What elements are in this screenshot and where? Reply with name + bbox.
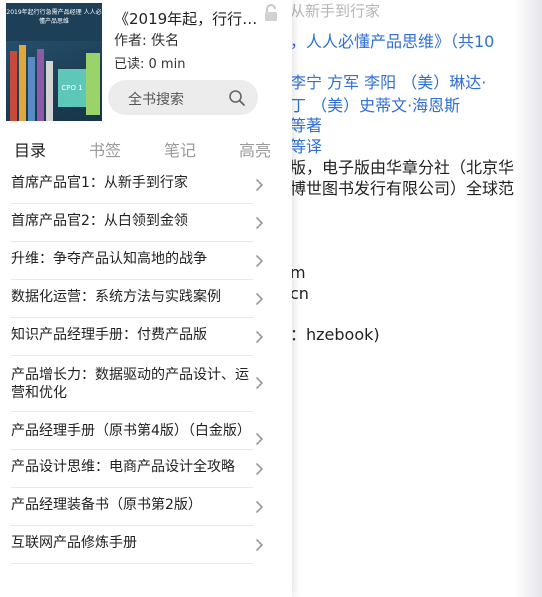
cover-text: 2019年起行行急需产品经理 人人必懂产品思维	[6, 3, 102, 41]
toc-item-label: 产品经理装备书（原书第2版）	[11, 497, 202, 513]
lock-icon[interactable]	[262, 3, 280, 23]
search-label: 全书搜索	[128, 92, 184, 108]
book-title: 《2019年起，行行急…	[114, 10, 264, 28]
book-search-button[interactable]: 全书搜索	[108, 80, 258, 115]
cover-spine	[28, 57, 35, 121]
toc-item-label: 产品设计思维：电商产品设计全攻略	[11, 459, 235, 475]
toc-item[interactable]: 知识产品经理手册：付费产品版	[0, 318, 292, 356]
toc-item[interactable]: 数据化运营：系统方法与实践案例	[0, 280, 292, 318]
cover-spine	[86, 53, 100, 115]
reader-line: 从新手到行家	[290, 2, 381, 20]
book-header: 2019年起行行急需产品经理 人人必懂产品思维 CPO 1 《2019年起，行行…	[0, 0, 292, 130]
book-cover[interactable]: 2019年起行行急需产品经理 人人必懂产品思维 CPO 1	[6, 3, 102, 121]
tab-bookmarks[interactable]: 书签	[89, 137, 121, 161]
chevron-right-icon	[255, 538, 264, 552]
cover-spine	[19, 45, 26, 121]
chevron-right-icon	[255, 178, 264, 192]
toc-item[interactable]: 产品经理装备书（原书第2版）	[0, 488, 292, 526]
chevron-right-icon	[255, 462, 264, 476]
reader-page-edge	[514, 0, 542, 597]
cover-spine	[37, 49, 44, 121]
reader-line[interactable]: 李宁 方军 李阳 （美）琳达·	[290, 72, 486, 94]
chevron-right-icon	[255, 330, 264, 344]
toc-item-label: 首席产品官1：从新手到行家	[11, 175, 188, 191]
chevron-right-icon	[255, 376, 264, 390]
toc-item[interactable]: 升维：争夺产品认知高地的战争	[0, 242, 292, 280]
toc-item-label: 产品经理手册（原书第4版）（白金版）	[11, 423, 251, 439]
toc-item-label: 首席产品官2：从白领到金领	[11, 213, 188, 229]
drawer-tabs: 目录 书签 笔记 高亮	[0, 130, 292, 166]
reader-line: 博世图书发行有限公司）全球范	[290, 179, 515, 198]
toc-item-label: 产品增长力：数据驱动的产品设计、运营和优化	[11, 367, 249, 401]
reader-line: cn	[290, 284, 309, 303]
reader-line[interactable]: ，人人必懂产品思维》（共10	[290, 31, 494, 53]
reader-line[interactable]: 等译	[290, 136, 322, 158]
toc-item[interactable]: 首席产品官2：从白领到金领	[0, 204, 292, 242]
chevron-right-icon	[255, 216, 264, 230]
book-read-time: 已读: 0 min	[114, 57, 186, 72]
chevron-right-icon	[255, 500, 264, 514]
tab-notes[interactable]: 笔记	[164, 137, 196, 161]
reader-line: m	[290, 263, 306, 282]
toc-item-label: 数据化运营：系统方法与实践案例	[11, 289, 221, 305]
toc-item[interactable]: 产品经理手册（原书第4版）（白金版）	[0, 412, 292, 450]
toc-item[interactable]: 产品增长力：数据驱动的产品设计、运营和优化	[0, 356, 292, 412]
reader-line: 版，电子版由华章分社（北京华	[290, 158, 515, 177]
tab-contents[interactable]: 目录	[14, 137, 46, 161]
toc-list: 首席产品官1：从新手到行家 首席产品官2：从白领到金领 升维：争夺产品认知高地的…	[0, 166, 292, 564]
toc-drawer: 2019年起行行急需产品经理 人人必懂产品思维 CPO 1 《2019年起，行行…	[0, 0, 292, 597]
toc-item-label: 互联网产品修炼手册	[11, 535, 137, 551]
search-icon	[229, 90, 245, 106]
toc-item-label: 知识产品经理手册：付费产品版	[11, 327, 207, 343]
tab-highlights[interactable]: 高亮	[239, 137, 271, 161]
chevron-right-icon	[255, 432, 264, 446]
toc-item[interactable]: 首席产品官1：从新手到行家	[0, 166, 292, 204]
chevron-right-icon	[255, 254, 264, 268]
cover-spine	[10, 51, 17, 121]
reader-line[interactable]: 丁 （美）史蒂文·海恩斯	[290, 95, 460, 117]
toc-item[interactable]: 互联网产品修炼手册	[0, 526, 292, 564]
cover-spine	[46, 61, 53, 121]
chevron-right-icon	[255, 292, 264, 306]
reader-line: ：hzebook)	[290, 325, 380, 344]
cover-badge: CPO 1	[58, 69, 86, 107]
reader-line[interactable]: 等著	[290, 115, 322, 137]
toc-item[interactable]: 产品设计思维：电商产品设计全攻略	[0, 450, 292, 488]
book-author: 作者: 佚名	[114, 33, 180, 49]
toc-item-label: 升维：争夺产品认知高地的战争	[11, 251, 207, 267]
